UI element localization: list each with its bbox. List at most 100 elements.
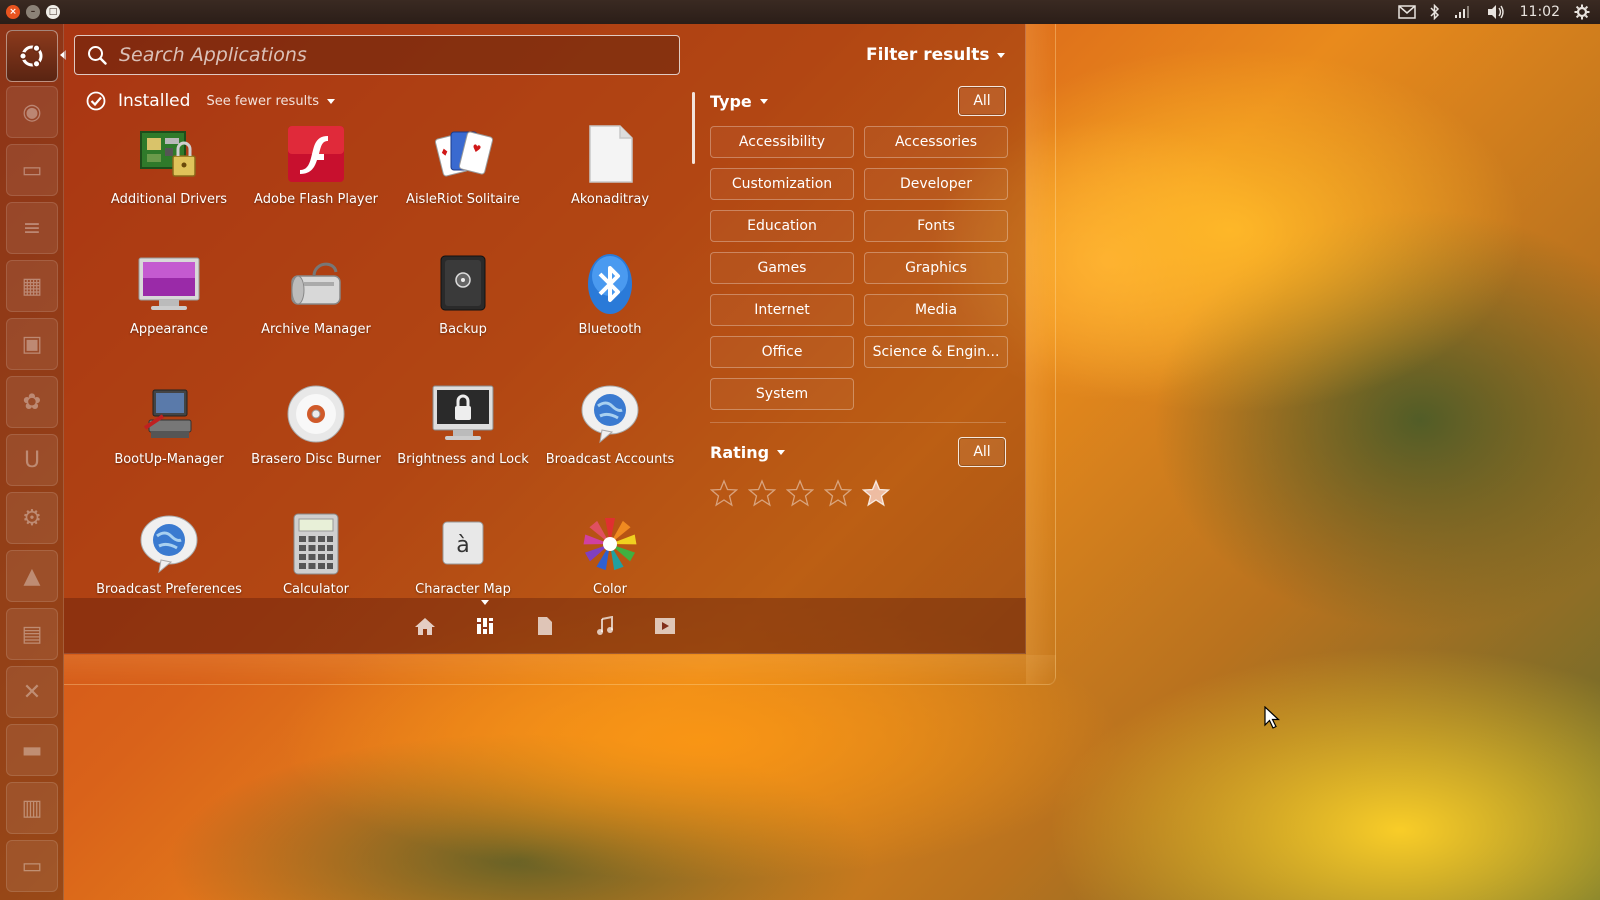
filter-results-toggle[interactable]: Filter results: [866, 44, 1006, 66]
rating-filter-label[interactable]: Rating: [710, 443, 769, 462]
home-lens-icon: [415, 618, 435, 635]
tools-launcher-icon[interactable]: ✕: [6, 666, 58, 718]
app-tile[interactable]: BootUp-Manager: [94, 382, 244, 492]
category-fonts-button[interactable]: Fonts: [864, 210, 1008, 242]
additional-drivers-icon: [140, 131, 196, 177]
app-tile[interactable]: Additional Drivers: [94, 122, 244, 232]
bluetooth-indicator-icon[interactable]: [1430, 4, 1440, 20]
calc-launcher-icon[interactable]: ▦: [6, 260, 58, 312]
search-input[interactable]: [119, 37, 679, 73]
chevron-down-icon[interactable]: [759, 98, 768, 104]
search-box[interactable]: [74, 35, 680, 75]
app-label: Archive Manager: [261, 322, 371, 337]
app-label: Color: [593, 582, 627, 597]
app-label: Broadcast Preferences: [96, 582, 242, 597]
category-internet-button[interactable]: Internet: [710, 294, 854, 326]
category-games-button[interactable]: Games: [710, 252, 854, 284]
music-lens-button[interactable]: [593, 614, 617, 638]
character-map-glyph: à: [456, 533, 469, 558]
chevron-down-icon: [327, 98, 336, 104]
network-signal-icon[interactable]: [1454, 5, 1472, 19]
search-icon: [88, 46, 107, 65]
impress-launcher-icon[interactable]: ▣: [6, 318, 58, 370]
indicator-area: 11:02: [1397, 4, 1590, 20]
star-icon[interactable]: [710, 479, 738, 507]
close-window-button[interactable]: ×: [6, 5, 20, 19]
firefox-launcher-icon[interactable]: ◉: [6, 86, 58, 138]
app-tile[interactable]: Bluetooth: [535, 252, 685, 362]
star-icon-selected[interactable]: [862, 479, 890, 507]
category-accessibility-button[interactable]: Accessibility: [710, 126, 854, 158]
app-label: Additional Drivers: [110, 192, 228, 207]
session-gear-icon[interactable]: [1574, 4, 1590, 20]
rating-all-button[interactable]: All: [958, 437, 1006, 467]
blank-document-icon: [589, 125, 633, 183]
vlc-launcher-icon[interactable]: ▲: [6, 550, 58, 602]
mouse-cursor-icon: [1264, 706, 1280, 729]
app-tile[interactable]: Brasero Disc Burner: [241, 382, 391, 492]
ubuntu-one-launcher-icon[interactable]: U: [6, 434, 58, 486]
clock[interactable]: 11:02: [1520, 4, 1560, 20]
applications-lens-icon: [477, 618, 493, 634]
type-filter-label[interactable]: Type: [710, 92, 752, 111]
dash-home-button[interactable]: [6, 30, 58, 82]
backup-safe-icon: [440, 255, 486, 311]
category-developer-button[interactable]: Developer: [864, 168, 1008, 200]
see-fewer-results-link[interactable]: See fewer results: [206, 94, 336, 109]
software-center-launcher-icon[interactable]: ✿: [6, 376, 58, 428]
category-science-button[interactable]: Science & Engin...: [864, 336, 1008, 368]
category-accessories-button[interactable]: Accessories: [864, 126, 1008, 158]
app-tile[interactable]: Brightness and Lock: [388, 382, 538, 492]
category-system-button[interactable]: System: [710, 378, 854, 410]
terminal-launcher-icon[interactable]: ▬: [6, 724, 58, 776]
category-office-button[interactable]: Office: [710, 336, 854, 368]
launcher: ◉ ▭ ≡ ▦ ▣ ✿ U ⚙ ▲ ▤ ✕ ▬ ▥ ▭: [0, 24, 66, 900]
app-label: Character Map: [415, 582, 511, 597]
app-tile[interactable]: Adobe Flash Player: [241, 122, 391, 232]
home-lens-button[interactable]: [413, 614, 437, 638]
files-launcher-icon[interactable]: ▭: [6, 144, 58, 196]
minimize-window-button[interactable]: –: [26, 5, 40, 19]
volume-icon[interactable]: [1486, 4, 1506, 20]
writer-launcher-icon[interactable]: ≡: [6, 202, 58, 254]
files-lens-icon: [538, 617, 552, 635]
category-graphics-button[interactable]: Graphics: [864, 252, 1008, 284]
video-lens-button[interactable]: [653, 614, 677, 638]
applications-lens-button[interactable]: [473, 600, 497, 638]
brightness-lock-icon: [432, 385, 494, 440]
video-lens-icon: [655, 618, 675, 634]
calculator-icon: [293, 513, 339, 575]
type-all-button[interactable]: All: [958, 86, 1006, 116]
window-controls: × – □: [6, 5, 60, 19]
star-icon[interactable]: [748, 479, 776, 507]
app-label: Broadcast Accounts: [545, 452, 675, 467]
broadcast-preferences-icon: [140, 515, 198, 574]
app-tile[interactable]: Archive Manager: [241, 252, 391, 362]
category-customization-button[interactable]: Customization: [710, 168, 854, 200]
category-education-button[interactable]: Education: [710, 210, 854, 242]
app-tile[interactable]: Broadcast Accounts: [535, 382, 685, 492]
bluetooth-icon: [588, 254, 632, 314]
mail-icon[interactable]: [1397, 5, 1416, 19]
app-tile[interactable]: Akonaditray: [535, 122, 685, 232]
app-label: Brightness and Lock: [397, 452, 529, 467]
files-lens-button[interactable]: [533, 614, 557, 638]
app-tile[interactable]: Backup: [388, 252, 538, 362]
system-settings-launcher-icon[interactable]: ⚙: [6, 492, 58, 544]
color-flower-icon: [583, 518, 637, 571]
dash-bottom-edge: [64, 655, 1056, 685]
star-icon[interactable]: [786, 479, 814, 507]
scroll-indicator[interactable]: [692, 92, 695, 164]
trash-launcher-icon[interactable]: ▭: [6, 840, 58, 892]
app-tile[interactable]: Appearance: [94, 252, 244, 362]
category-media-button[interactable]: Media: [864, 294, 1008, 326]
rating-filter-header: Rating All: [710, 435, 1006, 469]
star-icon[interactable]: [824, 479, 852, 507]
workspace-launcher-icon[interactable]: ▥: [6, 782, 58, 834]
maximize-window-button[interactable]: □: [46, 5, 60, 19]
app-tile[interactable]: ♦ ♥ AisleRiot Solitaire: [388, 122, 538, 232]
chevron-down-icon[interactable]: [777, 449, 786, 455]
image-viewer-launcher-icon[interactable]: ▤: [6, 608, 58, 660]
chevron-down-icon: [997, 52, 1006, 58]
music-lens-icon: [597, 616, 613, 635]
